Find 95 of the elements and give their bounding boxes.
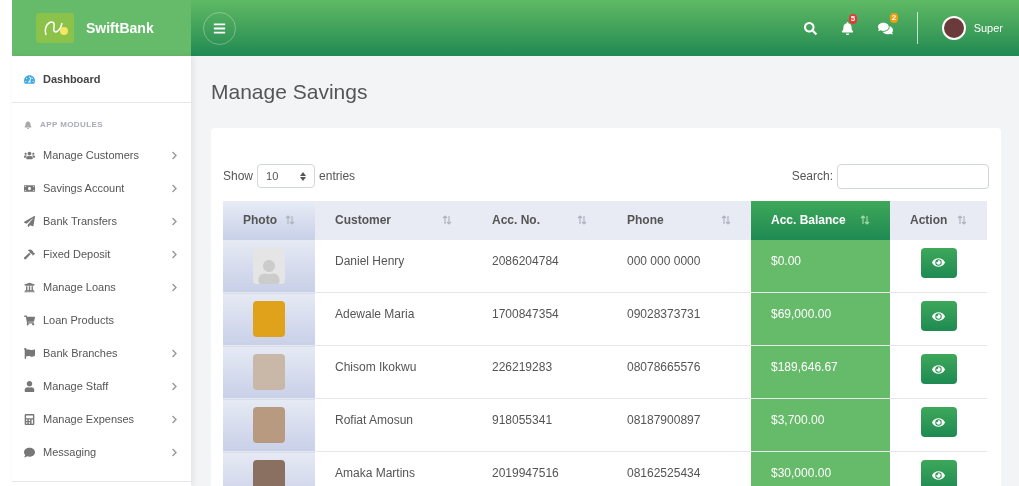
notification-bell-icon[interactable] <box>840 21 854 35</box>
select-caret-icon <box>300 171 307 181</box>
view-button[interactable] <box>920 354 957 384</box>
cart-icon <box>24 315 35 326</box>
menu-icon <box>213 21 226 35</box>
sidebar-item[interactable]: Messaging <box>12 436 191 469</box>
table-cell: 2086204784 <box>472 239 607 293</box>
person-silhouette-icon <box>257 259 281 284</box>
table-cell: 226219283 <box>472 345 607 399</box>
sort-arrows-icon <box>285 215 295 225</box>
section-heading: APP MODULES <box>40 119 103 131</box>
table-cell: $189,646.67 <box>751 345 890 399</box>
chevron-icon <box>170 349 179 358</box>
sidebar-item[interactable]: Manage Expenses <box>12 403 191 436</box>
table-cell: 08162525434 <box>607 451 751 486</box>
chevron-icon <box>170 283 179 292</box>
table-cell: 000 000 0000 <box>607 239 751 293</box>
table-cell: $0.00 <box>751 239 890 293</box>
table-cell: Rofiat Amosun <box>315 398 472 452</box>
eye-icon <box>932 362 945 376</box>
notification-count: 5 <box>848 13 858 24</box>
user-avatar[interactable] <box>941 16 966 40</box>
table-cell: Chisom Ikokwu <box>315 345 472 399</box>
column-header[interactable]: Photo <box>223 200 315 240</box>
sort-arrows-icon <box>721 215 731 225</box>
sort-arrows-icon <box>442 215 452 225</box>
table-cell: Adewale Maria <box>315 292 472 346</box>
sidebar-item[interactable]: Manage Loans <box>12 271 191 304</box>
user-icon <box>24 381 35 392</box>
sidebar-item[interactable]: Fixed Deposit <box>12 238 191 271</box>
table-cell: $69,000.00 <box>751 292 890 346</box>
view-button[interactable] <box>920 301 957 331</box>
message-count: 2 <box>889 12 899 23</box>
search-field[interactable] <box>837 163 989 189</box>
table-cell: 1700847354 <box>472 292 607 346</box>
sidebar-item[interactable]: Manage Staff <box>12 370 191 403</box>
page-size-select[interactable]: 10 <box>257 164 316 188</box>
column-header[interactable]: Acc. Balance <box>751 200 890 240</box>
sort-arrows-icon <box>577 215 587 225</box>
sort-arrows-icon <box>860 215 870 225</box>
page-title: Manage Savings <box>211 79 369 105</box>
sidebar-item[interactable]: Manage Customers <box>12 139 191 172</box>
table-cell: 09028373731 <box>607 292 751 346</box>
view-button[interactable] <box>920 247 957 278</box>
gauge-icon <box>24 73 35 85</box>
calculator-icon <box>24 414 35 425</box>
eye-icon <box>932 468 945 482</box>
logo-icon <box>36 13 74 43</box>
chevron-icon <box>170 448 179 457</box>
photo-placeholder <box>253 354 285 390</box>
column-header[interactable]: Acc. No. <box>472 200 607 240</box>
column-header[interactable]: Action <box>890 200 987 240</box>
chevron-icon <box>170 184 179 193</box>
banknote-icon <box>24 183 35 194</box>
chat-icon <box>24 447 35 458</box>
sidebar-item[interactable]: Bank Branches <box>12 337 191 370</box>
table-cell: 918055341 <box>472 398 607 452</box>
view-button[interactable] <box>920 460 957 486</box>
table-cell: 08187900897 <box>607 398 751 452</box>
view-button[interactable] <box>920 407 957 437</box>
brand-name: SwiftBank <box>86 18 154 38</box>
chevron-icon <box>170 151 179 160</box>
table-cell: 2019947516 <box>472 451 607 486</box>
sort-arrows-icon <box>957 215 967 225</box>
hammer-icon <box>24 249 35 260</box>
column-header[interactable]: Phone <box>607 200 751 240</box>
search-icon[interactable] <box>803 21 817 35</box>
flag-icon <box>24 348 35 359</box>
chevron-icon <box>170 382 179 391</box>
users-icon <box>24 150 35 161</box>
eye-icon <box>932 309 945 323</box>
bell-icon <box>24 121 32 129</box>
table-cell: $3,700.00 <box>751 398 890 452</box>
bank-icon <box>24 282 35 293</box>
table-cell: $30,000.00 <box>751 451 890 486</box>
table-cell: Daniel Henry <box>315 239 472 293</box>
column-header[interactable]: Customer <box>315 200 472 240</box>
paper-plane-icon <box>24 216 35 227</box>
chevron-icon <box>170 250 179 259</box>
table-cell: 08078665576 <box>607 345 751 399</box>
photo-placeholder <box>253 301 285 337</box>
sidebar-item[interactable]: Bank Transfers <box>12 205 191 238</box>
photo-placeholder <box>253 460 285 486</box>
entries-label: entries <box>319 168 356 185</box>
messages-icon[interactable] <box>877 20 893 36</box>
sidebar-item[interactable]: Loan Products <box>12 304 191 337</box>
show-label: Show <box>223 168 254 185</box>
chevron-icon <box>170 217 179 226</box>
search-label: Search: <box>791 168 833 185</box>
eye-icon <box>932 415 945 429</box>
table-cell: Amaka Martins <box>315 451 472 486</box>
photo-placeholder <box>253 407 285 443</box>
sidebar-item[interactable]: Savings Account <box>12 172 191 205</box>
chevron-icon <box>170 415 179 424</box>
eye-icon <box>932 256 945 269</box>
